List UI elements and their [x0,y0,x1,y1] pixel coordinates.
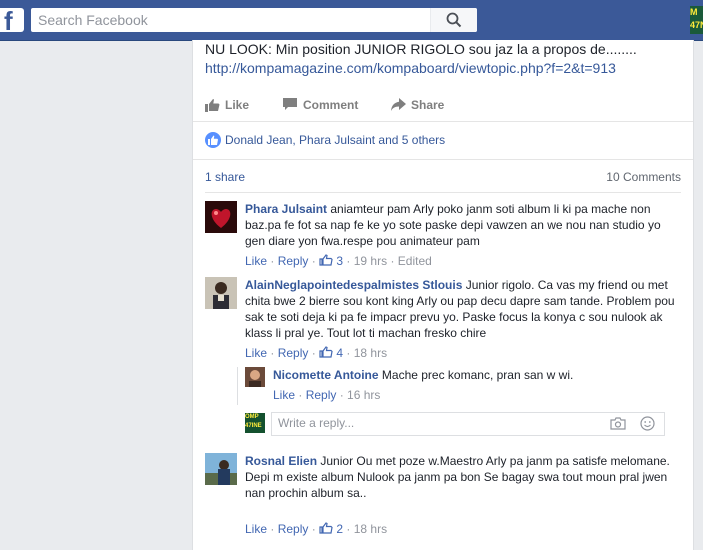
comment-content: Phara Julsaint aniamteur pam Arly poko j… [245,201,679,249]
logo-letter: f [4,8,13,32]
page-avatar-text: M 47N [690,7,703,30]
reply-meta: Like · Reply · 16 hrs [273,388,381,402]
avatar: OMP 47INE [245,413,265,433]
comment-time[interactable]: 18 hrs [354,346,387,360]
reply-thread-line [237,367,238,405]
comment-like-link[interactable]: Like [245,522,267,536]
comment-content: Rosnal Elien Junior Ou met poze w.Maestr… [245,453,679,501]
comment-meta: Like · Reply · 2 · 18 hrs [245,522,388,536]
comment-content: AlainNeglapointedespalmistes Stlouis Jun… [245,277,679,341]
avatar[interactable] [245,367,265,387]
reply: Nicomette Antoine Mache prec komanc, pra… [245,367,681,405]
reply-input[interactable] [272,413,592,433]
emoji-icon[interactable] [640,416,655,431]
commenter-name[interactable]: Rosnal Elien [245,454,317,468]
comment-like-count[interactable]: 2 [336,522,343,536]
page-avatar[interactable]: M 47N [690,6,703,34]
divider [193,159,693,160]
thumbs-up-icon [319,346,333,358]
comment-meta: Like · Reply · 3 · 19 hrs · Edited [245,254,432,268]
comment-like-count[interactable]: 3 [336,254,343,268]
comment-text: Mache prec komanc, pran san w wi. [381,368,574,382]
post-actions: Like Comment Share [193,91,693,117]
reply-like-link[interactable]: Like [273,388,295,402]
reply-box-avatar: OMP 47INE [245,413,265,433]
thumbs-up-icon [319,522,333,534]
like-reaction-icon [205,132,221,148]
reply-reply-link[interactable]: Reply [306,388,337,402]
likes-names: Donald Jean, Phara Julsaint and 5 others [225,133,446,147]
reply-composer [271,412,665,436]
comment-icon [283,98,297,110]
search-bar [31,8,477,32]
post-link[interactable]: http://kompamagazine.com/kompaboard/view… [205,59,685,78]
post-card: NU LOOK: Min position JUNIOR RIGOLO sou … [192,40,694,550]
search-icon [446,12,462,28]
comment-like-link[interactable]: Like [245,254,267,268]
search-button[interactable] [430,8,477,32]
commenter-name[interactable]: AlainNeglapointedespalmistes Stlouis [245,278,462,292]
top-bar: f M 47N [0,0,703,41]
share-label: Share [411,98,445,112]
reply-content: Nicomette Antoine Mache prec komanc, pra… [273,367,679,383]
comment-like-count[interactable]: 4 [336,346,343,360]
comment: AlainNeglapointedespalmistes Stlouis Jun… [205,277,681,363]
divider [205,192,681,193]
comment-text: Junior Ou met poze w.Maestro Arly pa jan… [320,454,670,468]
comment-like-link[interactable]: Like [245,346,267,360]
avatar[interactable] [205,277,237,309]
post-body: NU LOOK: Min position JUNIOR RIGOLO sou … [205,40,685,78]
comment: Rosnal Elien Junior Ou met poze w.Maestr… [205,453,681,543]
avatar[interactable] [205,201,237,233]
thumbs-up-icon [205,99,220,112]
reply-time[interactable]: 16 hrs [347,388,380,402]
comment-reply-link[interactable]: Reply [278,254,309,268]
search-input[interactable] [31,8,431,32]
facebook-logo-icon[interactable]: f [0,8,24,32]
comment-edited[interactable]: Edited [398,254,432,268]
comment-reply-link[interactable]: Reply [278,346,309,360]
commenter-name[interactable]: Nicomette Antoine [273,368,379,382]
camera-icon[interactable] [610,417,626,430]
avatar[interactable] [205,453,237,485]
shares-count[interactable]: 1 share [205,169,245,185]
post-text: NU LOOK: Min position JUNIOR RIGOLO sou … [205,41,637,57]
comment-meta: Like · Reply · 4 · 18 hrs [245,346,388,360]
comment-reply-link[interactable]: Reply [278,522,309,536]
commenter-name[interactable]: Phara Julsaint [245,202,327,216]
comment: Phara Julsaint aniamteur pam Arly poko j… [205,201,681,271]
comment-text-line2: Depi m existe album Nulook pa janm pa bo… [245,470,668,500]
comments-count[interactable]: 10 Comments [606,169,681,185]
comment-time[interactable]: 19 hrs [354,254,387,268]
thumbs-up-icon [319,254,333,266]
comment-label: Comment [303,98,359,112]
like-label: Like [225,98,250,112]
divider [193,121,693,122]
share-icon [391,98,406,111]
comment-time[interactable]: 18 hrs [354,522,387,536]
